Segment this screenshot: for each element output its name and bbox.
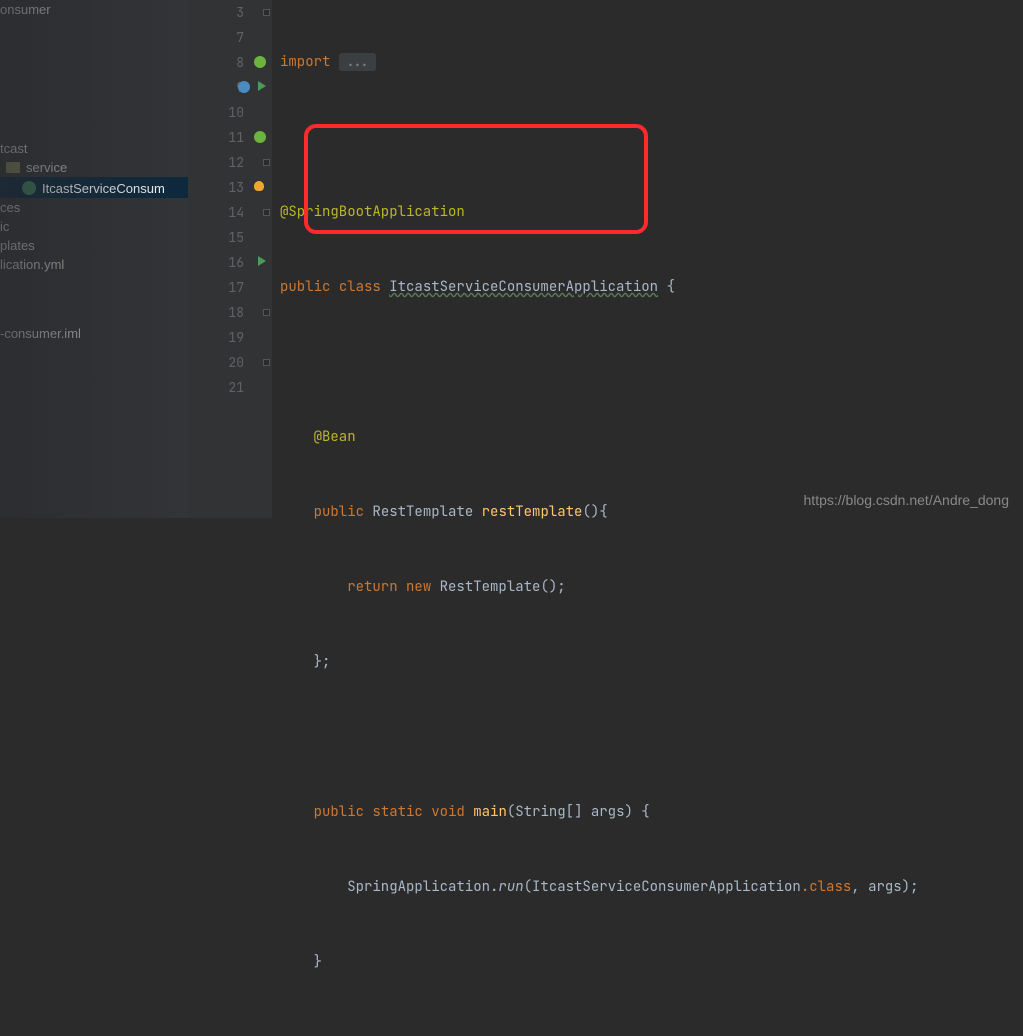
run-icon[interactable] — [258, 256, 266, 266]
line-number: 19 — [228, 329, 244, 346]
line-number: 10 — [228, 104, 244, 121]
tree-item[interactable]: service — [0, 158, 188, 177]
code-line: import ... — [272, 50, 1023, 75]
fold-icon[interactable] — [263, 359, 270, 366]
folder-icon — [6, 162, 20, 173]
editor-gutter: 3 7 8 9 10 11 12 13 14 15 16 17 18 19 20… — [188, 0, 272, 518]
tree-label: plates — [0, 238, 35, 253]
tree-item[interactable]: onsumer — [0, 0, 188, 19]
code-line: @Bean — [272, 425, 1023, 450]
fold-icon[interactable] — [263, 209, 270, 216]
tree-item[interactable]: -consumer.iml — [0, 324, 188, 343]
fold-icon[interactable] — [263, 309, 270, 316]
line-number: 12 — [228, 154, 244, 171]
fold-icon[interactable] — [263, 159, 270, 166]
project-tree[interactable]: onsumer tcast service ItcastServiceConsu… — [0, 0, 188, 518]
code-line — [272, 1025, 1023, 1036]
tree-label: ItcastServiceConsum — [42, 181, 165, 196]
code-editor[interactable]: 3 7 8 9 10 11 12 13 14 15 16 17 18 19 20… — [188, 0, 1023, 518]
tree-label: tcast — [0, 141, 27, 156]
watermark: https://blog.csdn.net/Andre_dong — [804, 492, 1009, 508]
tree-item[interactable]: lication.yml — [0, 255, 188, 274]
code-line — [272, 125, 1023, 150]
tree-item-selected[interactable]: ItcastServiceConsum — [0, 177, 188, 198]
line-number: 3 — [236, 4, 244, 21]
line-number: 14 — [228, 204, 244, 221]
line-number: 17 — [228, 279, 244, 296]
line-number: 16 — [228, 254, 244, 271]
code-line: } — [272, 950, 1023, 975]
tree-label: ces — [0, 200, 20, 215]
tree-label: service — [26, 160, 67, 175]
spring-icon[interactable] — [254, 56, 266, 68]
lightbulb-icon[interactable] — [254, 181, 264, 191]
spring-bean-icon[interactable] — [238, 81, 250, 93]
code-line: public class ItcastServiceConsumerApplic… — [272, 275, 1023, 300]
tree-label: -consumer.iml — [0, 326, 81, 341]
line-number: 7 — [236, 29, 244, 46]
class-icon — [22, 181, 36, 195]
code-line: SpringApplication.run(ItcastServiceConsu… — [272, 875, 1023, 900]
code-area[interactable]: import ... @SpringBootApplication public… — [272, 0, 1023, 518]
line-number: 21 — [228, 379, 244, 396]
code-line: @SpringBootApplication — [272, 200, 1023, 225]
fold-icon[interactable] — [263, 9, 270, 16]
tree-item[interactable]: ces — [0, 198, 188, 217]
code-line — [272, 725, 1023, 750]
code-line: public static void main(String[] args) { — [272, 800, 1023, 825]
tree-item[interactable]: tcast — [0, 139, 188, 158]
code-line: return new RestTemplate(); — [272, 575, 1023, 600]
code-line: }; — [272, 650, 1023, 675]
line-number: 18 — [228, 304, 244, 321]
line-number: 15 — [228, 229, 244, 246]
tree-item[interactable]: plates — [0, 236, 188, 255]
line-number: 13 — [228, 179, 244, 196]
line-number: 8 — [236, 54, 244, 71]
tree-item[interactable]: ic — [0, 217, 188, 236]
tree-label: ic — [0, 219, 9, 234]
tree-label: lication.yml — [0, 257, 64, 272]
spring-icon[interactable] — [254, 131, 266, 143]
code-line — [272, 350, 1023, 375]
run-icon[interactable] — [258, 81, 266, 91]
line-number: 20 — [228, 354, 244, 371]
fold-ellipsis[interactable]: ... — [339, 53, 376, 71]
tree-label: onsumer — [0, 2, 51, 17]
line-number: 11 — [228, 129, 244, 146]
